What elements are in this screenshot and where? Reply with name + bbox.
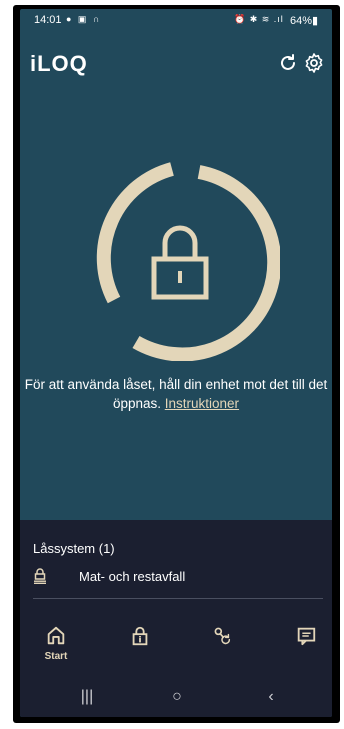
- bottom-navigation: Start: [20, 613, 332, 680]
- lock-info-icon: [132, 626, 148, 646]
- message-icon: [297, 627, 316, 646]
- lock-status-ring[interactable]: [80, 161, 280, 361]
- lock-icon: [151, 225, 209, 300]
- status-time: 14:01: [34, 14, 62, 26]
- system-status-icons: ⏰ ✱ ≋ .ıl: [234, 14, 284, 24]
- lock-system-item[interactable]: Mat- och restavfall: [33, 566, 323, 590]
- lock-systems-panel: Låssystem (1) Mat- och restavfall: [20, 520, 332, 613]
- lock-systems-title: Låssystem (1): [33, 541, 115, 556]
- home-button[interactable]: ○: [162, 688, 192, 708]
- panel-divider: [33, 598, 323, 599]
- ring-arc-minor: [96, 162, 174, 304]
- notification-icons: ● ▣ ∩: [66, 14, 102, 24]
- nav-start[interactable]: Start: [36, 625, 76, 669]
- settings-button[interactable]: [302, 51, 326, 75]
- lock-system-label: Mat- och restavfall: [79, 569, 186, 584]
- key-sync-icon: [214, 627, 231, 645]
- app-logo: iLOQ: [30, 51, 88, 76]
- nav-messages[interactable]: [286, 625, 326, 669]
- refresh-button[interactable]: [276, 51, 300, 75]
- gear-icon: [305, 53, 323, 73]
- instructions-link[interactable]: Instruktioner: [165, 396, 239, 411]
- nav-start-label: Start: [44, 651, 68, 662]
- system-navigation-bar: ||| ○ ‹: [20, 680, 332, 717]
- nfc-instruction: För att använda låset, håll din enhet mo…: [20, 375, 332, 413]
- home-icon: [47, 626, 65, 645]
- lock-system-icon: [34, 568, 46, 584]
- recent-apps-button[interactable]: |||: [72, 688, 102, 708]
- back-button[interactable]: ‹: [256, 688, 286, 708]
- refresh-icon: [281, 54, 295, 70]
- status-bar: 14:01 ● ▣ ∩ ⏰ ✱ ≋ .ıl 64%▮: [20, 9, 332, 31]
- nav-lock-info[interactable]: [120, 625, 160, 669]
- nav-key-sync[interactable]: [202, 625, 242, 669]
- app-screen: 14:01 ● ▣ ∩ ⏰ ✱ ≋ .ıl 64%▮ iLOQ För att: [20, 9, 332, 717]
- battery-indicator: 64%▮: [290, 15, 319, 27]
